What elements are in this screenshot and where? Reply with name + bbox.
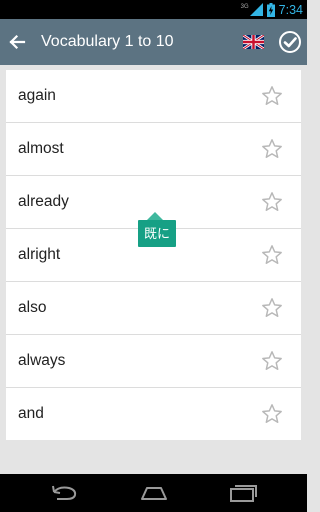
- list-item[interactable]: and: [6, 388, 301, 440]
- star-icon[interactable]: [261, 191, 283, 213]
- star-icon[interactable]: [261, 297, 283, 319]
- word-label: also: [18, 299, 47, 316]
- status-time: 7:34: [278, 2, 303, 17]
- word-label: almost: [18, 140, 64, 157]
- network-type-label: 3G: [240, 3, 249, 10]
- status-bar: 3G 7:34: [0, 0, 307, 19]
- word-label: again: [18, 87, 56, 104]
- star-icon[interactable]: [261, 85, 283, 107]
- back-arrow-icon[interactable]: [6, 31, 28, 53]
- page-title: Vocabulary 1 to 10: [41, 33, 174, 50]
- star-icon[interactable]: [261, 138, 283, 160]
- nav-recents-icon[interactable]: [229, 482, 259, 504]
- star-icon[interactable]: [261, 403, 283, 425]
- translation-tooltip[interactable]: 既に: [138, 220, 176, 247]
- list-item[interactable]: always: [6, 335, 301, 388]
- list-item[interactable]: also: [6, 282, 301, 335]
- status-indicators: 3G 7:34: [241, 0, 303, 19]
- vocabulary-list: again almost already alright also always: [6, 70, 301, 440]
- signal-icon: [249, 3, 263, 16]
- nav-back-icon[interactable]: [49, 482, 79, 504]
- word-label: and: [18, 405, 44, 422]
- nav-home-icon[interactable]: [139, 482, 169, 504]
- check-circle-icon[interactable]: [278, 30, 302, 54]
- uk-flag-icon[interactable]: [242, 33, 265, 51]
- list-item[interactable]: almost: [6, 123, 301, 176]
- star-icon[interactable]: [261, 244, 283, 266]
- word-label: always: [18, 352, 66, 369]
- system-nav-bar: [0, 474, 307, 512]
- tooltip-arrow: [147, 212, 163, 220]
- list-item[interactable]: again: [6, 70, 301, 123]
- action-bar: Vocabulary 1 to 10: [0, 19, 307, 65]
- star-icon[interactable]: [261, 350, 283, 372]
- word-label: already: [18, 193, 69, 210]
- battery-charging-icon: [266, 2, 275, 17]
- word-label: alright: [18, 246, 61, 263]
